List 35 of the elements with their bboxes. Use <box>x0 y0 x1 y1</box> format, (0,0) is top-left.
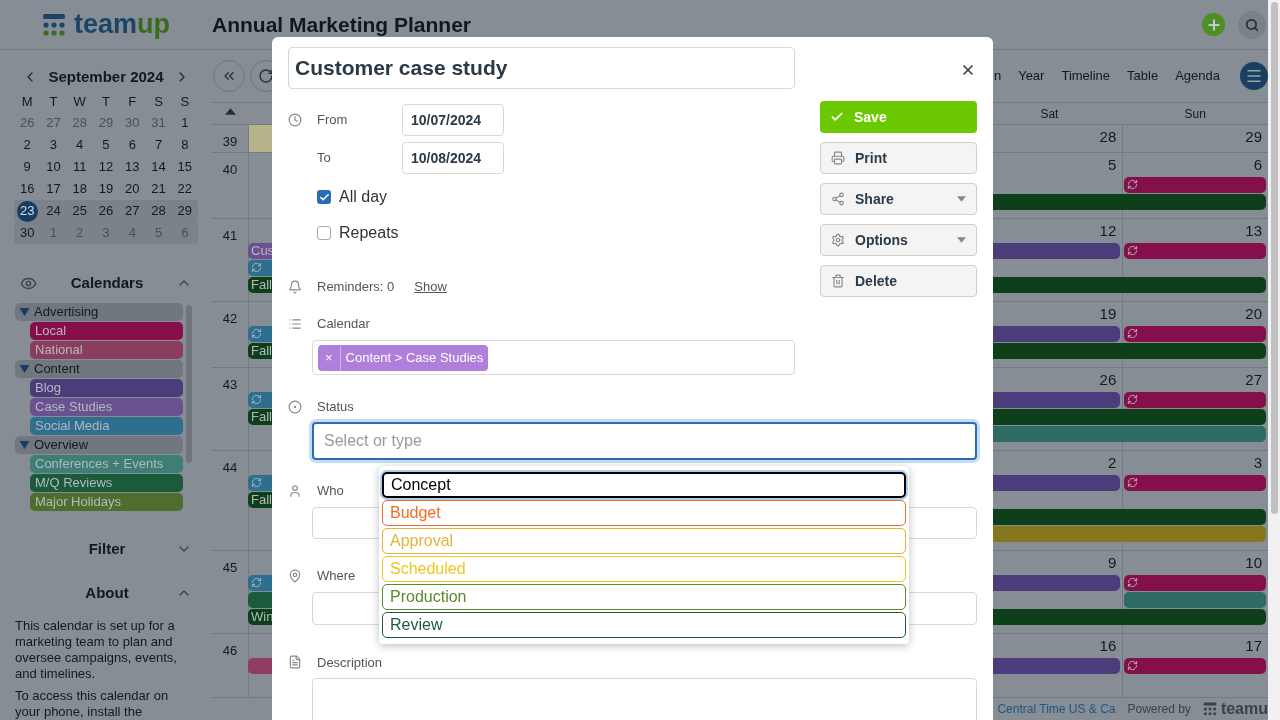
week-number: 39 <box>221 133 239 151</box>
calendar-label: Calendar <box>317 315 370 334</box>
weekday-label: S <box>153 93 164 112</box>
weekday-label: M <box>20 93 34 112</box>
month-title: September 2024 <box>47 66 165 87</box>
reminders-label: Reminders: 0 <box>317 278 395 297</box>
calendar-group-label: Content <box>34 360 80 378</box>
brand-text: teamu <box>1220 701 1268 717</box>
day-header: Sat <box>1039 105 1060 123</box>
where-label: Where <box>317 567 356 586</box>
weekday-label: T <box>101 93 111 112</box>
calendar-group-label: Overview <box>34 436 89 454</box>
day-header: Sun <box>1183 105 1207 123</box>
week-number: 42 <box>221 309 239 328</box>
week-number: 40 <box>221 160 239 179</box>
from-label: From <box>317 111 349 130</box>
about-text: This calendar is set up for a marketing team to plan and oversee campaigns, events, and timelines. <box>15 618 178 682</box>
to-label: To <box>317 149 332 168</box>
status-label: Status <box>317 398 354 417</box>
about-text: To access this calendar on your phone, install the <box>15 688 170 720</box>
weekday-label: F <box>127 93 138 112</box>
week-number: 45 <box>221 558 239 577</box>
week-number: 43 <box>221 375 239 394</box>
week-number: 44 <box>221 458 239 477</box>
weekday-label: W <box>72 93 87 112</box>
description-label: Description <box>317 653 383 672</box>
powered-by-text: Powered by <box>1127 701 1191 718</box>
week-number: 46 <box>221 641 239 660</box>
week-number: 41 <box>221 226 239 245</box>
calendar-group-label: Advertising <box>34 303 99 321</box>
weekday-label: S <box>179 93 191 112</box>
weekday-label: T <box>48 93 59 112</box>
calendar-title: Annual Marketing Planner <box>212 11 472 38</box>
logo-text: teamup <box>74 11 170 38</box>
who-label: Who <box>317 482 344 501</box>
